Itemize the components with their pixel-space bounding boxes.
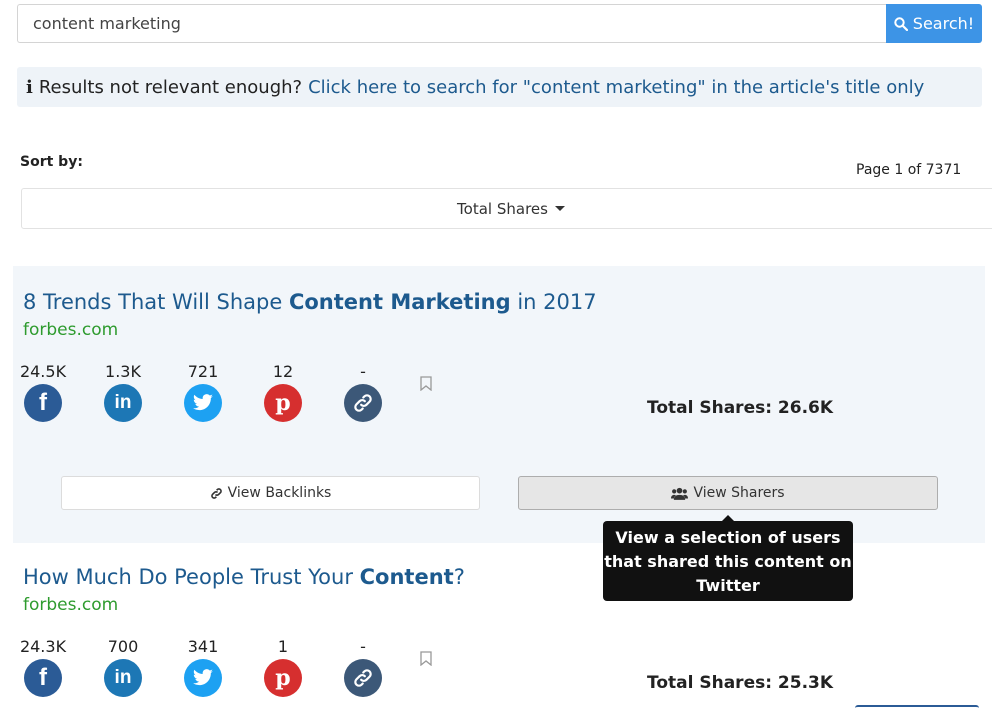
result-title[interactable]: 8 Trends That Will Shape Content Marketi… bbox=[23, 290, 597, 314]
bookmark-icon[interactable] bbox=[420, 651, 432, 666]
search-icon bbox=[894, 16, 908, 31]
info-icon: i bbox=[26, 76, 33, 98]
title-text: in 2017 bbox=[510, 290, 597, 314]
linkedin-count: 1.3K bbox=[105, 362, 141, 381]
link-icon bbox=[210, 487, 222, 499]
share-counts: 24.5K f 1.3K in 721 12 p - bbox=[13, 362, 493, 432]
view-sharers-button[interactable]: View Sharers bbox=[518, 476, 938, 510]
pinterest-icon[interactable]: p bbox=[264, 659, 302, 697]
twitter-shares: 341 bbox=[173, 637, 233, 697]
title-text: 8 Trends That Will Shape bbox=[23, 290, 289, 314]
pinterest-icon[interactable]: p bbox=[264, 384, 302, 422]
result-domain[interactable]: forbes.com bbox=[23, 320, 118, 340]
link-icon[interactable] bbox=[344, 384, 382, 422]
search-input[interactable] bbox=[17, 4, 886, 43]
users-icon bbox=[671, 487, 689, 500]
pinterest-count: 12 bbox=[272, 362, 294, 381]
bookmark-icon[interactable] bbox=[420, 376, 432, 391]
links-shares: - bbox=[333, 362, 393, 422]
twitter-count: 721 bbox=[187, 362, 219, 381]
title-text: How Much Do People Trust Your bbox=[23, 565, 360, 589]
facebook-shares: 24.5K f bbox=[13, 362, 73, 422]
title-only-search-link[interactable]: Click here to search for "content market… bbox=[308, 77, 924, 98]
caret-down-icon bbox=[554, 206, 565, 211]
pinterest-shares: 1 p bbox=[253, 637, 313, 697]
share-counts: 24.3K f 700 in 341 1 p - bbox=[13, 637, 493, 707]
search-bar: Search! bbox=[17, 4, 982, 43]
partial-button[interactable] bbox=[855, 705, 979, 710]
twitter-icon[interactable] bbox=[184, 659, 222, 697]
title-highlight: Content bbox=[359, 565, 454, 589]
twitter-count: 341 bbox=[187, 637, 219, 656]
sharers-tooltip: View a selection of users that shared th… bbox=[603, 515, 853, 601]
pagination-info: Page 1 of 7371 bbox=[856, 162, 962, 178]
result-card: 8 Trends That Will Shape Content Marketi… bbox=[13, 266, 985, 543]
linkedin-shares: 1.3K in bbox=[93, 362, 153, 422]
facebook-icon[interactable]: f bbox=[24, 384, 62, 422]
facebook-icon[interactable]: f bbox=[24, 659, 62, 697]
title-highlight: Content Marketing bbox=[288, 290, 511, 314]
search-button[interactable]: Search! bbox=[886, 4, 982, 43]
search-button-label: Search! bbox=[912, 14, 975, 33]
view-backlinks-label: View Backlinks bbox=[227, 485, 332, 501]
link-icon[interactable] bbox=[344, 659, 382, 697]
relevance-notice: i Results not relevant enough? Click her… bbox=[17, 67, 982, 107]
facebook-shares: 24.3K f bbox=[13, 637, 73, 697]
linkedin-shares: 700 in bbox=[93, 637, 153, 697]
pinterest-shares: 12 p bbox=[253, 362, 313, 422]
linkedin-icon[interactable]: in bbox=[104, 659, 142, 697]
sort-dropdown[interactable]: Total Shares bbox=[21, 188, 992, 229]
notice-text: Results not relevant enough? bbox=[38, 76, 303, 98]
sort-selected-value: Total Shares bbox=[457, 199, 548, 218]
result-domain[interactable]: forbes.com bbox=[23, 595, 118, 615]
title-text: ? bbox=[453, 565, 465, 589]
twitter-shares: 721 bbox=[173, 362, 233, 422]
pinterest-count: 1 bbox=[277, 637, 289, 656]
linkedin-count: 700 bbox=[107, 637, 139, 656]
result-title[interactable]: How Much Do People Trust Your Content? bbox=[23, 565, 465, 589]
facebook-count: 24.5K bbox=[19, 362, 67, 381]
links-count: - bbox=[360, 362, 366, 381]
total-shares: Total Shares: 25.3K bbox=[647, 673, 834, 693]
links-shares: - bbox=[333, 637, 393, 697]
facebook-count: 24.3K bbox=[19, 637, 67, 656]
twitter-icon[interactable] bbox=[184, 384, 222, 422]
view-sharers-label: View Sharers bbox=[693, 485, 785, 501]
view-backlinks-button[interactable]: View Backlinks bbox=[61, 476, 480, 510]
links-count: - bbox=[360, 637, 366, 656]
total-shares: Total Shares: 26.6K bbox=[647, 398, 834, 418]
linkedin-icon[interactable]: in bbox=[104, 384, 142, 422]
sort-label: Sort by: bbox=[20, 154, 83, 170]
